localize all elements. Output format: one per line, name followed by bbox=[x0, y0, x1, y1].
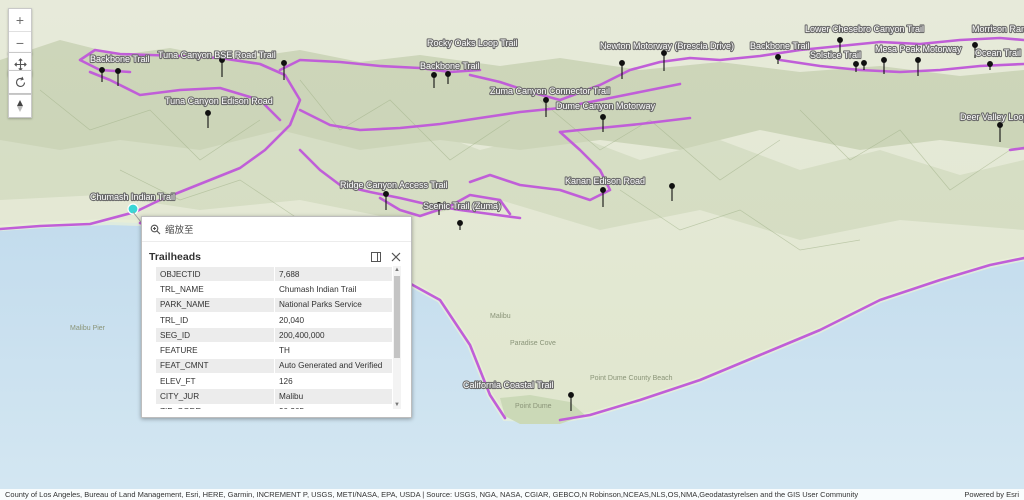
attribute-value: 20,040 bbox=[274, 311, 393, 329]
trail-label: Tuna Canyon Edison Road bbox=[165, 96, 273, 106]
attribute-row: ELEV_FT 126 bbox=[155, 373, 393, 390]
move-icon bbox=[13, 57, 27, 71]
trail-label: Chumash Indian Trail bbox=[90, 192, 175, 202]
trail-label: Mesa Peak Motorway bbox=[875, 44, 962, 54]
svg-text:Malibu Pier: Malibu Pier bbox=[70, 325, 106, 332]
attribute-table: OBJECTID 7,688 TRL_NAME Chumash Indian Trai… bbox=[155, 266, 393, 409]
attribute-value: Malibu bbox=[274, 388, 393, 405]
popup-title: Trailheads bbox=[149, 251, 201, 263]
zoom-to-label: 缩放至 bbox=[165, 225, 194, 236]
attribute-value: 90,265 bbox=[274, 403, 393, 409]
attribute-value: 126 bbox=[274, 373, 393, 390]
attribute-key: PARK_NAME bbox=[155, 296, 275, 313]
trail-label: Morrison Ranch bbox=[972, 24, 1024, 34]
dock-button[interactable] bbox=[368, 249, 384, 265]
attribute-row: OBJECTID 7,688 bbox=[155, 266, 393, 283]
trail-label: Backbone Trail bbox=[750, 41, 810, 51]
trail-label: Ocean Trail bbox=[975, 48, 1021, 58]
attribute-value: Auto Generated and Verified bbox=[274, 357, 393, 375]
attribute-row: FEATURE TH bbox=[155, 342, 393, 359]
trail-label: Backbone Trail bbox=[90, 54, 150, 64]
zoom-to-icon bbox=[150, 224, 161, 234]
attribute-value: TH bbox=[274, 342, 393, 359]
popup-scrollbar[interactable]: ▲ ▼ bbox=[393, 266, 401, 409]
zoom-out-button[interactable]: − bbox=[9, 31, 31, 53]
powered-by-esri[interactable]: Powered by Esri bbox=[964, 490, 1019, 499]
feature-popup: 缩放至 Trailheads OBJECTID 7,688 TRL_NAME Chum… bbox=[141, 216, 412, 418]
attribution-sources[interactable]: County of Los Angeles, Bureau of Land Ma… bbox=[5, 490, 858, 499]
svg-text:Malibu: Malibu bbox=[490, 313, 511, 320]
zoom-in-button[interactable]: + bbox=[9, 9, 31, 31]
attribute-key: OBJECTID bbox=[155, 266, 275, 283]
attribute-key: ZIP_CODE bbox=[155, 403, 275, 409]
rotate-mode-button[interactable] bbox=[8, 70, 32, 94]
trail-label: California Coastal Trail bbox=[463, 380, 554, 390]
close-button[interactable] bbox=[388, 249, 404, 265]
attribute-row: FEAT_CMNT Auto Generated and Verified bbox=[155, 357, 393, 375]
trail-label: Tuna Canyon BSE Road Trail bbox=[158, 50, 276, 60]
attribute-key: SEG_ID bbox=[155, 327, 275, 344]
svg-text:Point Dume County Beach: Point Dume County Beach bbox=[590, 375, 673, 382]
attribute-key: FEAT_CMNT bbox=[155, 357, 275, 375]
dock-icon bbox=[371, 252, 381, 262]
attribute-key: CITY_JUR bbox=[155, 388, 275, 405]
scroll-up-arrow[interactable]: ▲ bbox=[393, 266, 401, 274]
compass-icon bbox=[17, 100, 23, 112]
scroll-thumb[interactable] bbox=[394, 276, 400, 358]
trail-label: Newton Motorway (Brescia Drive) bbox=[600, 41, 734, 51]
attribution-bar: County of Los Angeles, Bureau of Land Ma… bbox=[0, 489, 1024, 500]
scroll-down-arrow[interactable]: ▼ bbox=[393, 401, 401, 409]
attribute-row: TRL_ID 20,040 bbox=[155, 311, 393, 329]
trail-label: Scenic Trail (Zuma) bbox=[423, 201, 501, 211]
attribute-row: TRL_NAME Chumash Indian Trail bbox=[155, 281, 393, 298]
attribute-value: 200,400,000 bbox=[274, 327, 393, 344]
attribute-key: FEATURE bbox=[155, 342, 275, 359]
attribute-table-container[interactable]: OBJECTID 7,688 TRL_NAME Chumash Indian Trai… bbox=[155, 266, 401, 409]
trail-label: Kanan Edison Road bbox=[565, 176, 645, 186]
close-icon bbox=[391, 252, 401, 262]
attribute-value: 7,688 bbox=[274, 266, 393, 283]
attribute-value: National Parks Service bbox=[274, 296, 393, 313]
attribute-row: SEG_ID 200,400,000 bbox=[155, 327, 393, 344]
svg-text:Point Dume: Point Dume bbox=[515, 403, 552, 410]
svg-text:Paradise Cove: Paradise Cove bbox=[510, 340, 556, 347]
attribute-key: ELEV_FT bbox=[155, 373, 275, 390]
attribute-key: TRL_NAME bbox=[155, 281, 275, 298]
rotate-icon bbox=[15, 76, 25, 87]
attribute-row: ZIP_CODE90,265 bbox=[155, 403, 393, 409]
zoom-control: + − bbox=[8, 8, 32, 54]
trail-label: Deer Valley Loop bbox=[960, 112, 1024, 122]
attribute-key: TRL_ID bbox=[155, 311, 275, 329]
trail-label: Ridge Canyon Access Trail bbox=[340, 180, 448, 190]
trail-label: Lower Chesebro Canyon Trail bbox=[805, 24, 924, 34]
trail-label: Backbone Trail bbox=[420, 61, 480, 71]
attribute-row: CITY_JUR Malibu bbox=[155, 388, 393, 405]
trail-label: Dume Canyon Motorway bbox=[556, 101, 656, 111]
zoom-to-action[interactable]: 缩放至 bbox=[142, 217, 411, 242]
trail-label: Solstice Trail bbox=[810, 50, 861, 60]
trail-label: Zuma Canyon Connector Trail bbox=[490, 86, 610, 96]
attribute-value: Chumash Indian Trail bbox=[274, 281, 393, 298]
attribute-row: PARK_NAME National Parks Service bbox=[155, 296, 393, 313]
trail-label: Rocky Oaks Loop Trail bbox=[427, 38, 518, 48]
compass-button[interactable] bbox=[8, 94, 32, 118]
